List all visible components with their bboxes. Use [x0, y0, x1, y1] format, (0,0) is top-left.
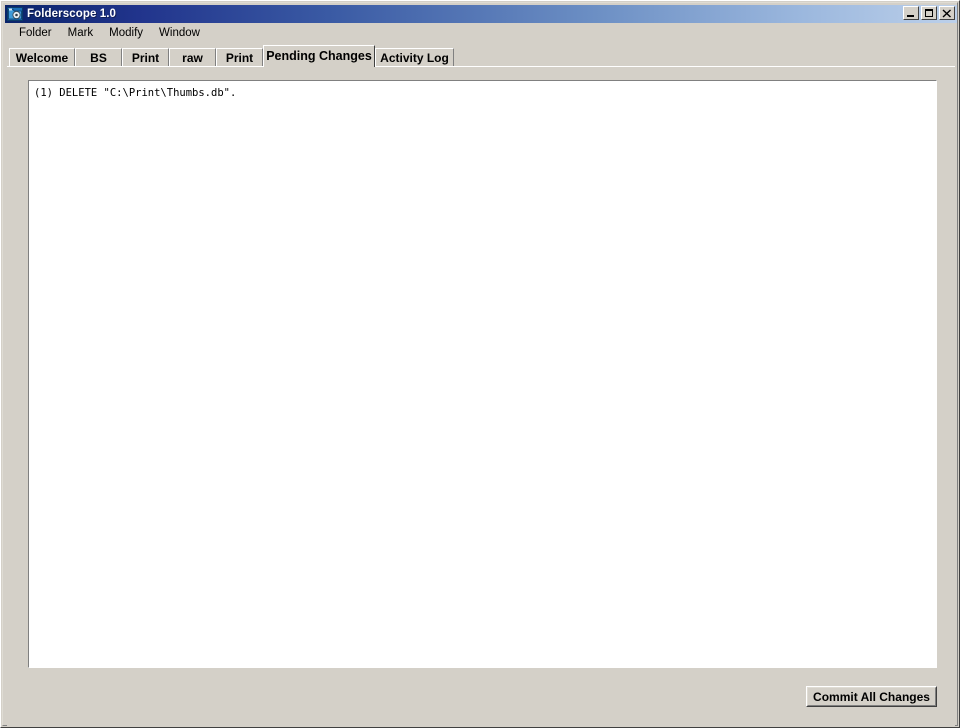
maximize-icon	[925, 9, 933, 17]
window-inner-frame: Folderscope 1.0 Folder Mark Modify Windo…	[2, 2, 958, 726]
tab-pending-changes[interactable]: Pending Changes	[263, 45, 375, 67]
minimize-button[interactable]	[903, 6, 919, 20]
tab-bs[interactable]: BS	[75, 48, 122, 67]
close-icon	[940, 7, 954, 19]
tab-raw[interactable]: raw	[169, 48, 216, 67]
tab-welcome[interactable]: Welcome	[9, 48, 75, 67]
menu-item-window[interactable]: Window	[153, 26, 208, 41]
window-controls	[903, 6, 955, 20]
title-bar[interactable]: Folderscope 1.0	[5, 5, 957, 23]
menu-bar: Folder Mark Modify Window	[5, 24, 957, 43]
pending-changes-list[interactable]: (1) DELETE "C:\Print\Thumbs.db".	[28, 80, 937, 668]
window-title: Folderscope 1.0	[27, 8, 117, 20]
tab-print-2[interactable]: Print	[216, 48, 263, 67]
menu-item-modify[interactable]: Modify	[103, 26, 151, 41]
menu-item-mark[interactable]: Mark	[62, 26, 102, 41]
commit-all-changes-button[interactable]: Commit All Changes	[806, 686, 937, 707]
pending-change-entry: (1) DELETE "C:\Print\Thumbs.db".	[34, 87, 237, 99]
tab-panel-pending-changes: (1) DELETE "C:\Print\Thumbs.db". Commit …	[7, 66, 955, 726]
application-window: Folderscope 1.0 Folder Mark Modify Windo…	[0, 0, 960, 728]
tab-activity-log[interactable]: Activity Log	[375, 48, 454, 67]
maximize-button[interactable]	[921, 6, 937, 20]
minimize-icon	[907, 15, 914, 17]
commit-button-label: Commit All Changes	[813, 689, 930, 704]
folderscope-app-icon	[7, 6, 23, 22]
tab-strip: Welcome BS Print raw Print Pending Chang…	[7, 45, 955, 67]
close-button[interactable]	[939, 6, 955, 20]
tab-print-1[interactable]: Print	[122, 48, 169, 67]
menu-item-folder[interactable]: Folder	[13, 26, 60, 41]
pending-changes-lines: (1) DELETE "C:\Print\Thumbs.db".	[29, 81, 936, 100]
